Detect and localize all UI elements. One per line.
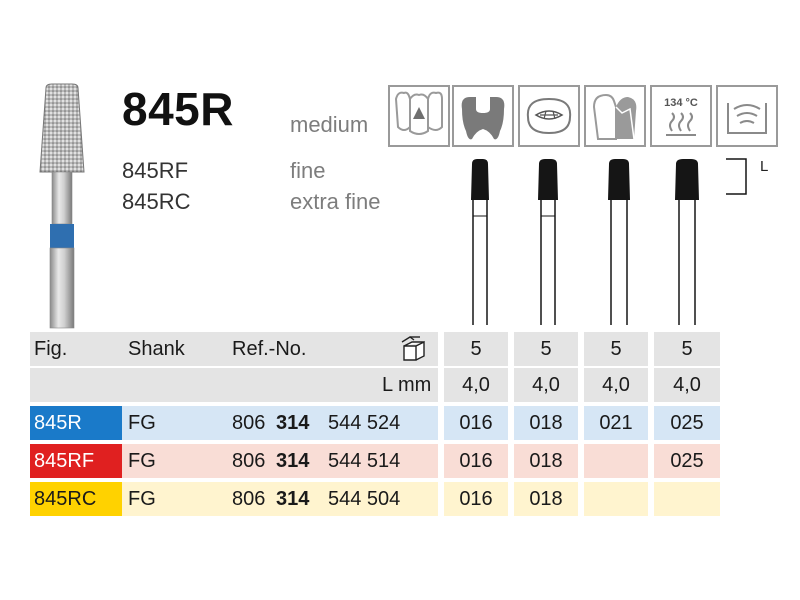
length-value: 4,0 (462, 374, 490, 396)
length-value: 4,0 (532, 374, 560, 396)
tooth-crown-prep-icon (584, 85, 646, 147)
length-marker-label: L (760, 158, 769, 175)
ref-no-shape-code: 314 (276, 450, 310, 472)
package-qty: 5 (610, 338, 622, 360)
package-qty: 5 (470, 338, 482, 360)
table-row-shank: FG (128, 488, 156, 510)
header-fig: Fig. (34, 338, 68, 360)
product-title: 845R (122, 83, 234, 135)
size-cell: 021 (599, 412, 633, 434)
tooth-crown-occlusal-icon (518, 85, 580, 147)
table-row-fig: 845RF (34, 450, 95, 472)
variant-grit-845rc: extra fine (290, 189, 381, 214)
variant-code-845rc: 845RC (122, 189, 191, 214)
table-row-fig: 845R (34, 412, 82, 434)
sterilization-icon: 134 °C (650, 85, 712, 147)
bur-drawing-021 (608, 159, 630, 325)
size-cell: 025 (670, 412, 704, 434)
ref-no-suffix: 544 504 (328, 488, 401, 510)
bur-drawing-016 (471, 159, 489, 325)
bur-drawing-025 (675, 159, 699, 325)
grit-label-main: medium (290, 112, 369, 137)
length-label: L mm (382, 374, 432, 396)
header-ref-no: Ref.-No. (232, 338, 307, 360)
size-cell: 018 (529, 450, 563, 472)
package-qty: 5 (540, 338, 552, 360)
size-cell (654, 482, 720, 516)
ref-no-shape-code: 314 (276, 412, 310, 434)
size-cell: 018 (529, 412, 563, 434)
ref-no-prefix: 806 (232, 412, 266, 434)
package-qty: 5 (681, 338, 693, 360)
table-row-shank: FG (128, 450, 156, 472)
size-drawings (471, 158, 747, 325)
size-cell: 016 (459, 450, 493, 472)
size-cell: 016 (459, 412, 493, 434)
anterior-teeth-icon (388, 85, 450, 147)
size-cell (584, 482, 648, 516)
length-row-bg (30, 368, 438, 402)
size-cell (584, 444, 648, 478)
tooth-cavity-icon (452, 85, 514, 147)
table-row-shank: FG (128, 412, 156, 434)
ref-no-prefix: 806 (232, 450, 266, 472)
size-cell: 018 (529, 488, 563, 510)
size-cell: 016 (459, 488, 493, 510)
ref-no-suffix: 544 514 (328, 450, 401, 472)
variant-code-845rf: 845RF (122, 158, 189, 183)
table-row-fig: 845RC (34, 488, 97, 510)
ref-no-shape-code: 314 (276, 488, 310, 510)
package-icon (401, 336, 425, 361)
bur-drawing-018 (538, 159, 558, 325)
ultrasonic-bath-icon (716, 85, 778, 147)
length-value: 4,0 (673, 374, 701, 396)
size-cell: 025 (670, 450, 704, 472)
variant-grit-845rf: fine (290, 158, 326, 183)
length-value: 4,0 (602, 374, 630, 396)
bur-photo (39, 83, 85, 329)
ref-no-prefix: 806 (232, 488, 266, 510)
ref-no-suffix: 544 524 (328, 412, 401, 434)
header-shank: Shank (128, 338, 185, 360)
